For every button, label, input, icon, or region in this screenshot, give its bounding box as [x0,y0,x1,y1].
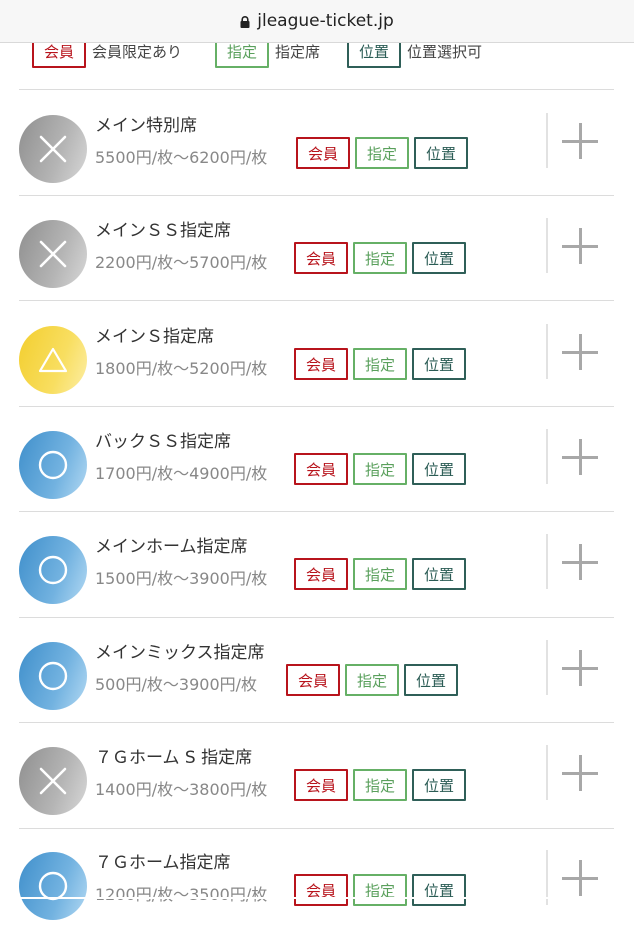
seat-badges: 会員 指定 位置 [294,348,466,380]
available-icon [19,642,87,710]
seat-badges: 会員 指定 位置 [294,242,466,274]
member-badge: 会員 [286,664,340,696]
soldout-icon [19,115,87,183]
seat-row[interactable]: メインＳ指定席 1800円/枚〜5200円/枚 会員 指定 位置 [0,306,634,411]
member-badge: 会員 [294,874,348,906]
seat-badges: 会員 指定 位置 [296,137,468,169]
expand-plus-icon[interactable] [562,755,598,791]
seat-row[interactable]: バックＳＳ指定席 1700円/枚〜4900円/枚 会員 指定 位置 [0,411,634,516]
few-left-icon [19,326,87,394]
assigned-badge: 指定 [355,137,409,169]
seat-price: 1400円/枚〜3800円/枚 [95,780,268,799]
seat-badges: 会員 指定 位置 [294,769,466,801]
assigned-badge: 指定 [353,874,407,906]
position-badge: 位置 [412,769,466,801]
assigned-badge: 指定 [353,348,407,380]
seat-row[interactable]: ７Ｇホーム指定席 1200円/枚〜3500円/枚 会員 指定 位置 [0,832,634,937]
url-text: jleague-ticket.jp [257,11,394,31]
member-badge: 会員 [294,348,348,380]
seat-name: メインホーム指定席 [95,537,248,557]
seat-badges: 会員 指定 位置 [294,453,466,485]
member-badge: 会員 [294,769,348,801]
browser-address-bar[interactable]: jleague-ticket.jp [0,0,634,43]
seat-row[interactable]: メインＳＳ指定席 2200円/枚〜5700円/枚 会員 指定 位置 [0,200,634,305]
expand-plus-icon[interactable] [562,123,598,159]
row-divider [19,89,614,90]
available-icon [19,536,87,604]
expand-plus-icon[interactable] [562,334,598,370]
expand-plus-icon[interactable] [562,860,598,896]
vertical-divider [546,640,548,695]
seat-price: 5500円/枚〜6200円/枚 [95,148,268,167]
seat-price: 1800円/枚〜5200円/枚 [95,359,268,378]
seat-row[interactable]: メインミックス指定席 500円/枚〜3900円/枚 会員 指定 位置 [0,622,634,727]
seat-price: 1500円/枚〜3900円/枚 [95,569,268,588]
legend-position-text: 位置選択可 [407,42,483,61]
member-badge: 会員 [294,558,348,590]
seat-badges: 会員 指定 位置 [294,558,466,590]
lock-icon [240,16,250,28]
seat-row[interactable]: メイン特別席 5500円/枚〜6200円/枚 会員 指定 位置 [0,95,634,200]
seat-name: ７Ｇホーム指定席 [95,853,231,873]
seat-name: メイン特別席 [95,116,197,136]
seat-price: 500円/枚〜3900円/枚 [95,675,258,694]
position-badge: 位置 [412,874,466,906]
assigned-badge: 指定 [353,769,407,801]
seat-name: メインミックス指定席 [95,643,265,663]
available-icon [19,431,87,499]
vertical-divider [546,429,548,484]
available-icon [19,852,87,920]
soldout-icon [19,220,87,288]
seat-badges: 会員 指定 位置 [286,664,458,696]
legend-assigned-text: 指定席 [275,42,321,61]
assigned-badge: 指定 [353,558,407,590]
vertical-divider [546,113,548,168]
seat-row[interactable]: ７Ｇホーム S 指定席 1400円/枚〜3800円/枚 会員 指定 位置 [0,727,634,832]
assigned-badge: 指定 [345,664,399,696]
seat-name: バックＳＳ指定席 [95,432,231,452]
expand-plus-icon[interactable] [562,439,598,475]
seat-price: 1200円/枚〜3500円/枚 [95,885,268,904]
vertical-divider [546,745,548,800]
expand-plus-icon[interactable] [562,228,598,264]
member-badge: 会員 [294,453,348,485]
seat-badges: 会員 指定 位置 [294,874,466,906]
seat-name: ７Ｇホーム S 指定席 [95,748,253,768]
seat-name: メインＳ指定席 [95,327,214,347]
expand-plus-icon[interactable] [562,544,598,580]
position-badge: 位置 [404,664,458,696]
vertical-divider [546,534,548,589]
position-badge: 位置 [412,558,466,590]
assigned-badge: 指定 [353,453,407,485]
seat-price: 2200円/枚〜5700円/枚 [95,253,268,272]
legend-member-text: 会員限定あり [92,42,183,61]
vertical-divider [546,324,548,379]
vertical-divider [546,218,548,273]
expand-plus-icon[interactable] [562,650,598,686]
position-badge: 位置 [412,453,466,485]
position-badge: 位置 [412,348,466,380]
member-badge: 会員 [296,137,350,169]
seat-row[interactable]: メインホーム指定席 1500円/枚〜3900円/枚 会員 指定 位置 [0,516,634,621]
position-badge: 位置 [412,242,466,274]
seat-name: メインＳＳ指定席 [95,221,231,241]
member-badge: 会員 [294,242,348,274]
soldout-icon [19,747,87,815]
assigned-badge: 指定 [353,242,407,274]
position-badge: 位置 [414,137,468,169]
seat-price: 1700円/枚〜4900円/枚 [95,464,268,483]
